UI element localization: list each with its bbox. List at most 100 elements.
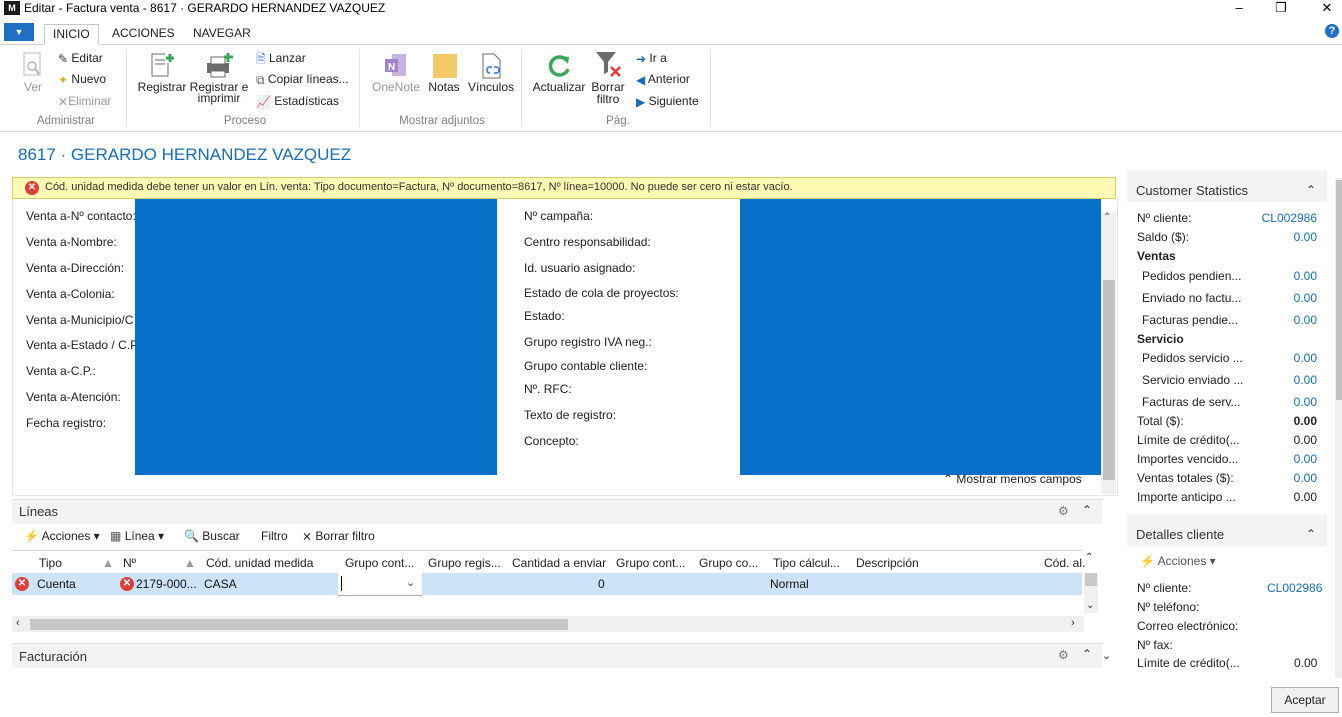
cd-acciones-menu[interactable]: ⚡ Acciones ▾ [1140,554,1216,568]
lines-fasttab-header[interactable]: Líneas ⚙ ⌃ [12,499,1102,524]
aceptar-button[interactable]: Aceptar [1271,687,1339,713]
onenote-button[interactable]: N OneNote [368,51,424,94]
grid-vscroll-thumb[interactable] [1085,573,1097,586]
cell-error-icon: ✕ [120,576,134,591]
acciones-menu[interactable]: ⚡ Acciones ▾ [24,529,100,543]
help-icon[interactable]: ? [1325,24,1339,38]
cell-tipo-calculo[interactable]: Normal [770,577,809,591]
column-header-unidad[interactable]: Cód. unidad medida [206,556,313,570]
personalize-icon[interactable]: ⚙ [1058,504,1069,518]
minimize-button[interactable]: – [1224,0,1254,18]
column-header-grupo-co[interactable]: Grupo co... [699,556,758,570]
cd-value-link[interactable]: CL002986 [1267,581,1322,595]
editar-label: Editar [71,51,103,65]
collapse-icon[interactable]: ⌃ [1306,527,1316,541]
copiar-lineas-button[interactable]: ⧉ Copiar líneas... [256,70,349,88]
column-header-cantidad[interactable]: Cantidad a enviar [512,556,606,570]
estadisticas-label: Estadísticas [274,94,339,108]
restore-button[interactable]: ❐ [1266,0,1296,18]
error-message: Cód. unidad medida debe tener un valor e… [45,181,793,193]
column-header-tipo-calculo[interactable]: Tipo cálcul... [773,556,840,570]
cs-value-link[interactable]: 0.00 [1294,452,1317,466]
cs-value-link[interactable]: CL002986 [1262,211,1317,225]
factbox-scrollbar-thumb[interactable] [1336,180,1342,400]
form-scrollbar-thumb[interactable] [1103,280,1115,480]
cs-value-link[interactable]: 0.00 [1294,313,1317,327]
buscar-label: Buscar [202,529,240,543]
tab-navegar[interactable]: NAVEGAR [185,24,259,43]
grid-scroll-down-icon[interactable]: ⌄ [1086,600,1094,611]
scroll-left-icon[interactable]: ‹ [16,617,20,629]
notas-button[interactable]: Notas [426,51,462,94]
column-header-grupo-cont[interactable]: Grupo cont... [345,556,414,570]
lightning-icon: ⚡ [1140,554,1155,568]
grid-scroll-up-icon[interactable]: ⌃ [1085,552,1093,563]
registrar-imprimir-button[interactable]: Registrar e imprimir [189,51,249,105]
close-button[interactable]: ✕ [1312,0,1342,18]
personalize-icon[interactable]: ⚙ [1058,648,1069,662]
actualizar-button[interactable]: Actualizar [530,51,588,94]
collapse-icon[interactable]: ⌃ [1306,183,1316,197]
view-doc-icon [23,52,41,76]
grid-hscroll-thumb[interactable] [30,619,568,630]
siguiente-button[interactable]: ▶ Siguiente [636,92,699,110]
borrar-filtro-line-button[interactable]: ⨯ Borrar filtro [302,529,375,543]
column-header-no[interactable]: Nº [123,556,136,570]
chevron-down-icon[interactable]: ⌄ [406,576,415,589]
onenote-label: OneNote [371,80,421,94]
nuevo-button[interactable]: ✦ Nuevo [58,70,106,88]
tab-acciones[interactable]: ACCIONES [104,24,183,43]
group-separator [521,49,522,127]
table-row[interactable]: ✕ Cuenta ✕ 2179-000... CASA ⌄ 0 Normal [12,573,1082,596]
clear-filter-icon: ⨯ [302,529,313,543]
linea-menu[interactable]: ▦ Línea ▾ [110,529,164,543]
grupo-cont-dropdown[interactable]: ⌄ [338,573,422,596]
cs-value-link[interactable]: 0.00 [1294,373,1317,387]
tab-inicio[interactable]: INICIO [44,24,99,45]
scroll-up-icon[interactable]: ⌃ [1103,212,1111,223]
registrar-button[interactable]: Registrar [137,51,187,94]
cs-value-link[interactable]: 0.00 [1294,269,1317,283]
onenote-icon: N [385,54,406,76]
column-header-descripcion[interactable]: Descripción [856,556,919,570]
field-label: Nº. RFC: [524,382,572,396]
cs-label: Pedidos servicio ... [1142,351,1243,365]
field-label: Fecha registro: [26,416,107,430]
ver-button[interactable]: Ver [18,51,48,94]
buscar-button[interactable]: 🔍 Buscar [184,529,240,543]
cell-tipo[interactable]: Cuenta [37,577,76,591]
column-header-tipo[interactable]: Tipo [39,556,62,570]
cell-unidad[interactable]: CASA [204,577,237,591]
editar-button[interactable]: ✎ Editar [58,49,103,67]
sort-asc-icon: ▲ [102,556,114,570]
cd-acciones-label: Acciones [1157,554,1207,568]
borrar-filtro-button[interactable]: Borrar filtro [590,49,626,106]
eliminar-button[interactable]: ✕Eliminar [58,92,111,110]
field-label: Centro responsabilidad: [524,235,651,249]
print-icon [207,53,233,78]
cs-value-link[interactable]: 0.00 [1294,291,1317,305]
cell-cantidad[interactable]: 0 [598,577,605,591]
estadisticas-button[interactable]: 📈 Estadísticas [256,92,339,110]
column-header-grupo-regis[interactable]: Grupo regis... [428,556,501,570]
facturacion-fasttab-header[interactable]: Facturación ⚙ ⌃ ⌄ [12,643,1111,668]
cs-value-link[interactable]: 0.00 [1294,351,1317,365]
filtro-button[interactable]: Filtro [261,529,288,543]
column-header-grupo-cont-2[interactable]: Grupo cont... [616,556,685,570]
cell-no[interactable]: 2179-000... [136,577,197,591]
cs-value-link[interactable]: 0.00 [1294,395,1317,409]
vinculos-button[interactable]: Vínculos [466,51,516,94]
scroll-down-icon[interactable]: ⌄ [1102,649,1111,662]
anterior-button[interactable]: ◀ Anterior [636,70,690,88]
collapse-icon[interactable]: ⌃ [1082,503,1092,517]
lanzar-button[interactable]: 🗎 Lanzar [256,49,306,67]
column-header-cod-al[interactable]: Cód. al. [1044,556,1085,570]
ir-a-button[interactable]: ➔ Ir a [636,49,667,67]
show-less-fields-link[interactable]: ⌃ Mostrar menos campos [943,472,1082,486]
app-menu-button[interactable]: ▼ [4,23,34,41]
scroll-right-icon[interactable]: › [1071,617,1075,629]
field-label: Venta a-Nombre: [26,235,117,249]
collapse-icon[interactable]: ⌃ [1082,647,1092,661]
cs-value-link[interactable]: 0.00 [1294,471,1317,485]
cs-value-link[interactable]: 0.00 [1294,230,1317,244]
